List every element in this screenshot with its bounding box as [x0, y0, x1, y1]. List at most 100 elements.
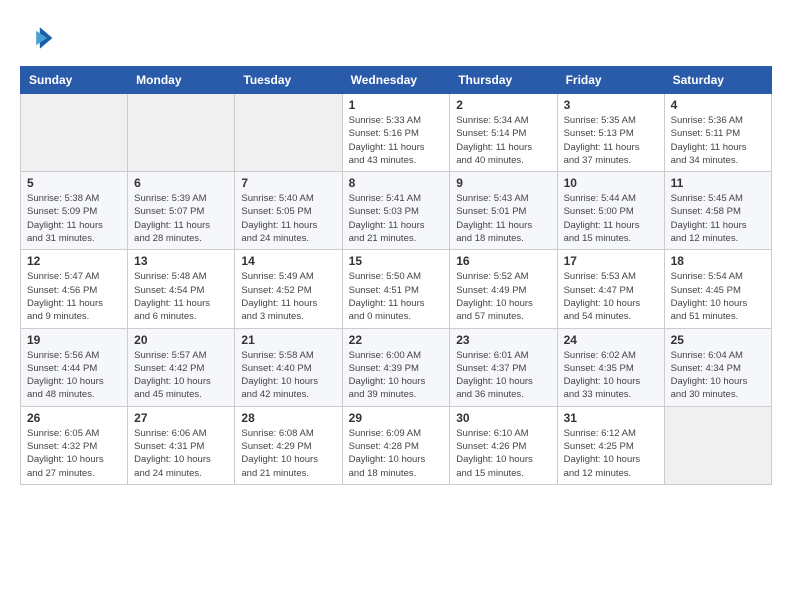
calendar-cell: 18 Sunrise: 5:54 AM Sunset: 4:45 PM Dayli…	[664, 250, 771, 328]
calendar-cell: 7 Sunrise: 5:40 AM Sunset: 5:05 PM Daylig…	[235, 172, 342, 250]
day-info: Sunrise: 5:53 AM Sunset: 4:47 PM Dayligh…	[564, 270, 658, 323]
day-number: 30	[456, 411, 550, 425]
day-info: Sunrise: 6:09 AM Sunset: 4:28 PM Dayligh…	[349, 427, 444, 480]
calendar-cell: 27 Sunrise: 6:06 AM Sunset: 4:31 PM Dayli…	[128, 406, 235, 484]
calendar-cell: 9 Sunrise: 5:43 AM Sunset: 5:01 PM Daylig…	[450, 172, 557, 250]
day-number: 28	[241, 411, 335, 425]
day-info: Sunrise: 5:38 AM Sunset: 5:09 PM Dayligh…	[27, 192, 121, 245]
calendar-cell	[21, 94, 128, 172]
day-number: 1	[349, 98, 444, 112]
calendar-cell: 29 Sunrise: 6:09 AM Sunset: 4:28 PM Dayli…	[342, 406, 450, 484]
day-number: 20	[134, 333, 228, 347]
day-number: 29	[349, 411, 444, 425]
day-info: Sunrise: 5:49 AM Sunset: 4:52 PM Dayligh…	[241, 270, 335, 323]
weekday-header-row: SundayMondayTuesdayWednesdayThursdayFrid…	[21, 67, 772, 94]
day-info: Sunrise: 5:48 AM Sunset: 4:54 PM Dayligh…	[134, 270, 228, 323]
day-info: Sunrise: 5:44 AM Sunset: 5:00 PM Dayligh…	[564, 192, 658, 245]
day-info: Sunrise: 6:01 AM Sunset: 4:37 PM Dayligh…	[456, 349, 550, 402]
day-info: Sunrise: 5:52 AM Sunset: 4:49 PM Dayligh…	[456, 270, 550, 323]
day-info: Sunrise: 5:40 AM Sunset: 5:05 PM Dayligh…	[241, 192, 335, 245]
calendar-cell: 23 Sunrise: 6:01 AM Sunset: 4:37 PM Dayli…	[450, 328, 557, 406]
day-number: 12	[27, 254, 121, 268]
day-info: Sunrise: 6:12 AM Sunset: 4:25 PM Dayligh…	[564, 427, 658, 480]
calendar-cell: 19Sunrise: 5:56 AM Sunset: 4:44 PM Dayli…	[21, 328, 128, 406]
calendar-cell: 17 Sunrise: 5:53 AM Sunset: 4:47 PM Dayli…	[557, 250, 664, 328]
day-info: Sunrise: 5:47 AM Sunset: 4:56 PM Dayligh…	[27, 270, 121, 323]
calendar-cell: 2 Sunrise: 5:34 AM Sunset: 5:14 PM Daylig…	[450, 94, 557, 172]
day-number: 24	[564, 333, 658, 347]
weekday-header-monday: Monday	[128, 67, 235, 94]
logo-icon	[20, 20, 56, 56]
calendar-cell: 24 Sunrise: 6:02 AM Sunset: 4:35 PM Dayli…	[557, 328, 664, 406]
calendar-cell	[128, 94, 235, 172]
page-header	[20, 20, 772, 56]
logo	[20, 20, 60, 56]
calendar-week-4: 19Sunrise: 5:56 AM Sunset: 4:44 PM Dayli…	[21, 328, 772, 406]
day-number: 6	[134, 176, 228, 190]
day-number: 18	[671, 254, 765, 268]
calendar-cell: 28 Sunrise: 6:08 AM Sunset: 4:29 PM Dayli…	[235, 406, 342, 484]
calendar-cell: 26 Sunrise: 6:05 AM Sunset: 4:32 PM Dayli…	[21, 406, 128, 484]
calendar-cell: 6 Sunrise: 5:39 AM Sunset: 5:07 PM Daylig…	[128, 172, 235, 250]
day-number: 23	[456, 333, 550, 347]
day-info: Sunrise: 5:33 AM Sunset: 5:16 PM Dayligh…	[349, 114, 444, 167]
calendar-cell: 21Sunrise: 5:58 AM Sunset: 4:40 PM Dayli…	[235, 328, 342, 406]
day-info: Sunrise: 5:54 AM Sunset: 4:45 PM Dayligh…	[671, 270, 765, 323]
weekday-header-friday: Friday	[557, 67, 664, 94]
day-number: 2	[456, 98, 550, 112]
day-info: Sunrise: 5:36 AM Sunset: 5:11 PM Dayligh…	[671, 114, 765, 167]
day-number: 11	[671, 176, 765, 190]
day-number: 7	[241, 176, 335, 190]
calendar-cell: 8 Sunrise: 5:41 AM Sunset: 5:03 PM Daylig…	[342, 172, 450, 250]
calendar-cell: 13 Sunrise: 5:48 AM Sunset: 4:54 PM Dayli…	[128, 250, 235, 328]
calendar-cell: 5 Sunrise: 5:38 AM Sunset: 5:09 PM Daylig…	[21, 172, 128, 250]
calendar-cell: 25 Sunrise: 6:04 AM Sunset: 4:34 PM Dayli…	[664, 328, 771, 406]
weekday-header-saturday: Saturday	[664, 67, 771, 94]
calendar-cell: 22 Sunrise: 6:00 AM Sunset: 4:39 PM Dayli…	[342, 328, 450, 406]
calendar-table: SundayMondayTuesdayWednesdayThursdayFrid…	[20, 66, 772, 485]
day-info: Sunrise: 6:08 AM Sunset: 4:29 PM Dayligh…	[241, 427, 335, 480]
day-number: 14	[241, 254, 335, 268]
day-info: Sunrise: 5:34 AM Sunset: 5:14 PM Dayligh…	[456, 114, 550, 167]
calendar-cell: 15Sunrise: 5:50 AM Sunset: 4:51 PM Dayli…	[342, 250, 450, 328]
day-number: 3	[564, 98, 658, 112]
day-number: 22	[349, 333, 444, 347]
calendar-cell: 11Sunrise: 5:45 AM Sunset: 4:58 PM Dayli…	[664, 172, 771, 250]
day-number: 16	[456, 254, 550, 268]
weekday-header-tuesday: Tuesday	[235, 67, 342, 94]
day-number: 9	[456, 176, 550, 190]
day-info: Sunrise: 5:41 AM Sunset: 5:03 PM Dayligh…	[349, 192, 444, 245]
day-info: Sunrise: 5:50 AM Sunset: 4:51 PM Dayligh…	[349, 270, 444, 323]
calendar-cell: 1 Sunrise: 5:33 AM Sunset: 5:16 PM Daylig…	[342, 94, 450, 172]
day-number: 25	[671, 333, 765, 347]
calendar-cell	[235, 94, 342, 172]
calendar-cell: 10 Sunrise: 5:44 AM Sunset: 5:00 PM Dayli…	[557, 172, 664, 250]
weekday-header-wednesday: Wednesday	[342, 67, 450, 94]
day-number: 10	[564, 176, 658, 190]
day-info: Sunrise: 6:00 AM Sunset: 4:39 PM Dayligh…	[349, 349, 444, 402]
day-number: 17	[564, 254, 658, 268]
calendar-cell: 3Sunrise: 5:35 AM Sunset: 5:13 PM Daylig…	[557, 94, 664, 172]
calendar-cell	[664, 406, 771, 484]
calendar-cell: 20Sunrise: 5:57 AM Sunset: 4:42 PM Dayli…	[128, 328, 235, 406]
calendar-week-2: 5 Sunrise: 5:38 AM Sunset: 5:09 PM Daylig…	[21, 172, 772, 250]
day-number: 13	[134, 254, 228, 268]
weekday-header-sunday: Sunday	[21, 67, 128, 94]
day-info: Sunrise: 6:02 AM Sunset: 4:35 PM Dayligh…	[564, 349, 658, 402]
day-number: 21	[241, 333, 335, 347]
calendar-cell: 12 Sunrise: 5:47 AM Sunset: 4:56 PM Dayli…	[21, 250, 128, 328]
day-info: Sunrise: 6:04 AM Sunset: 4:34 PM Dayligh…	[671, 349, 765, 402]
calendar-cell: 30Sunrise: 6:10 AM Sunset: 4:26 PM Dayli…	[450, 406, 557, 484]
day-info: Sunrise: 5:39 AM Sunset: 5:07 PM Dayligh…	[134, 192, 228, 245]
day-number: 5	[27, 176, 121, 190]
day-number: 8	[349, 176, 444, 190]
day-number: 19	[27, 333, 121, 347]
weekday-header-thursday: Thursday	[450, 67, 557, 94]
day-info: Sunrise: 5:43 AM Sunset: 5:01 PM Dayligh…	[456, 192, 550, 245]
day-number: 26	[27, 411, 121, 425]
day-number: 27	[134, 411, 228, 425]
day-info: Sunrise: 6:05 AM Sunset: 4:32 PM Dayligh…	[27, 427, 121, 480]
day-info: Sunrise: 6:06 AM Sunset: 4:31 PM Dayligh…	[134, 427, 228, 480]
day-number: 31	[564, 411, 658, 425]
calendar-cell: 31 Sunrise: 6:12 AM Sunset: 4:25 PM Dayli…	[557, 406, 664, 484]
